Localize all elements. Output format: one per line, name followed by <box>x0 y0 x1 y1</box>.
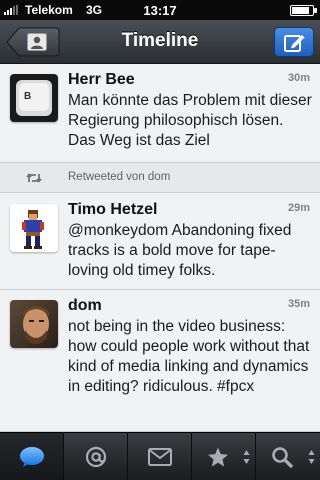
envelope-icon <box>147 448 172 466</box>
at-sign-icon <box>85 446 106 468</box>
tab-search[interactable] <box>256 433 320 480</box>
photo-avatar <box>10 300 58 348</box>
avatar[interactable] <box>10 204 58 252</box>
tweet-age: 29m <box>287 202 310 214</box>
search-icon <box>272 447 293 468</box>
tweet-author: dom <box>68 297 102 314</box>
speech-bubble-icon <box>19 447 44 467</box>
compose-icon <box>284 35 305 52</box>
tweet-age: 30m <box>287 72 310 84</box>
svg-text:B: B <box>24 91 31 102</box>
tweet-author: Herr Bee <box>68 71 135 88</box>
retweet-label: Retweeted von dom <box>68 171 171 183</box>
tweet-author: Timo Hetzel <box>68 201 158 218</box>
page-title: Timeline <box>121 30 199 51</box>
tweet-age: 35m <box>287 298 310 310</box>
chevron-updown-icon <box>308 450 315 464</box>
battery-icon <box>290 5 317 16</box>
tweet-cell[interactable]: Timo Hetzel 29m @monkeydom Abandoning fi… <box>0 194 320 290</box>
tab-timeline[interactable] <box>0 433 64 480</box>
retweet-icon <box>26 173 42 183</box>
keyboard-key-avatar: B <box>10 74 58 122</box>
avatar[interactable]: B <box>10 74 58 122</box>
clock: 13:17 <box>143 3 177 18</box>
status-bar: Telekom 3G 13:17 <box>0 0 320 20</box>
chevron-updown-icon <box>243 450 250 464</box>
pixel-pirate-avatar <box>10 204 58 252</box>
tweet-cell[interactable]: B Herr Bee 30m Man könnte das Problem mi… <box>0 64 320 163</box>
tweet-cell[interactable]: dom 35m not being in the video business:… <box>0 290 320 432</box>
tweet-text: Man könnte das Problem mit dieser Regier… <box>68 92 312 149</box>
navigation-bar: Timeline <box>0 20 320 64</box>
retweet-indicator: Retweeted von dom <box>0 163 320 193</box>
tweet-text: not being in the video business: how cou… <box>68 318 310 395</box>
star-icon <box>207 447 228 467</box>
timeline-list[interactable]: B Herr Bee 30m Man könnte das Problem mi… <box>0 64 320 432</box>
tab-mentions[interactable] <box>64 433 128 480</box>
tab-favorites[interactable] <box>192 433 256 480</box>
tweet-text: @monkeydom Abandoning fixed tracks is a … <box>68 222 292 279</box>
avatar[interactable] <box>10 300 58 348</box>
tab-messages[interactable] <box>128 433 192 480</box>
tab-bar <box>0 432 320 480</box>
compose-button[interactable] <box>274 27 314 57</box>
